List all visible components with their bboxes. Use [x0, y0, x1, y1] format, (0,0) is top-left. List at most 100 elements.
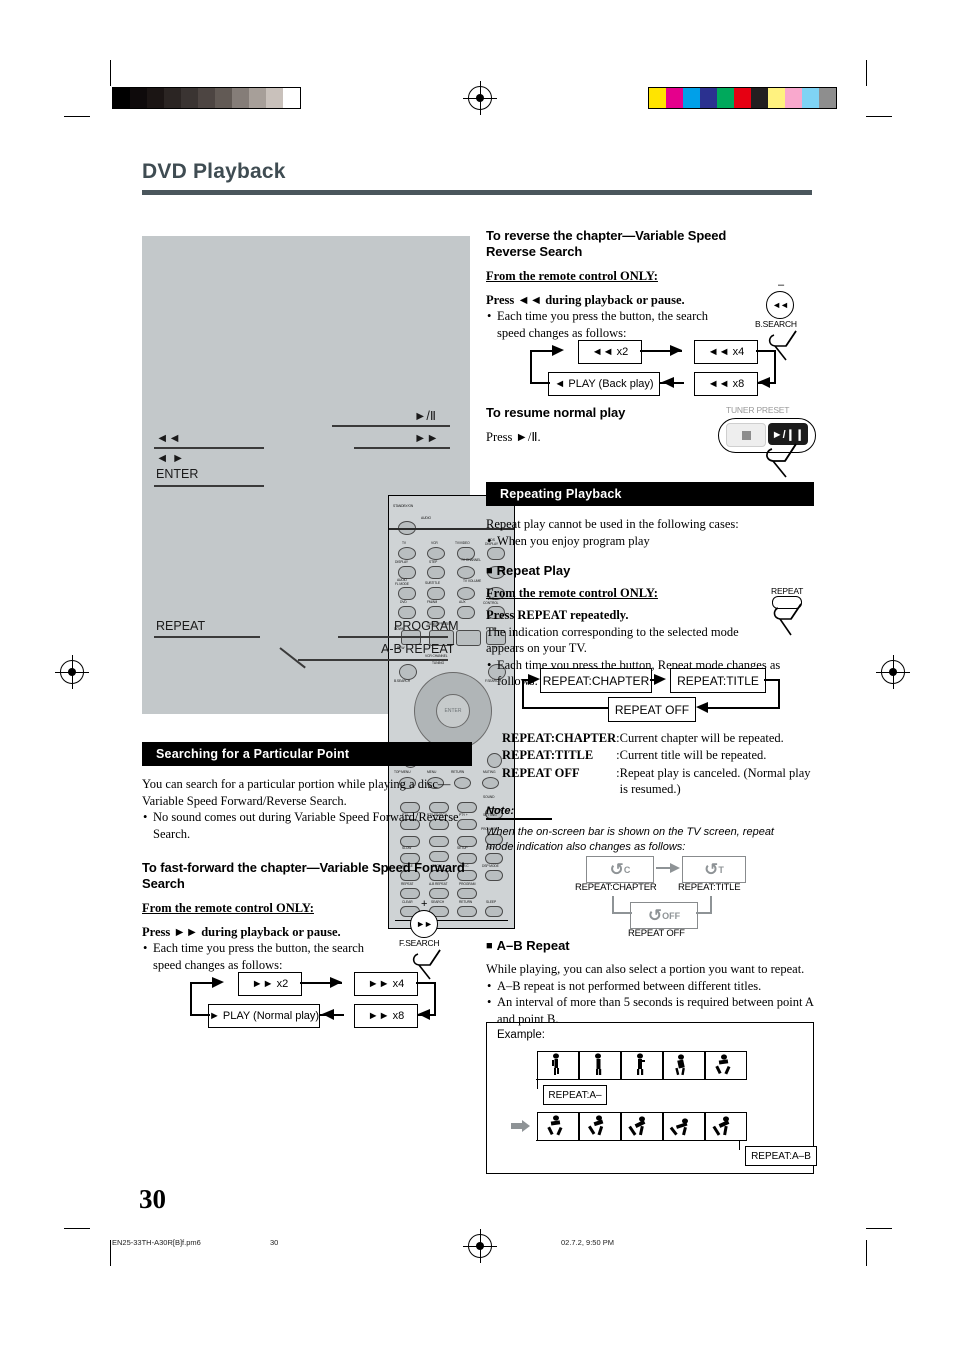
repflow-arrow-title — [654, 674, 666, 685]
tuner-preset-label: TUNER PRESET — [726, 405, 790, 415]
osdflow-arrow-title — [670, 863, 680, 873]
flow-box-repeat-chapter: REPEAT:CHAPTER — [540, 668, 652, 693]
remote-label-tuning: TUNING — [432, 661, 445, 665]
repeat-loop-icon: ↺ — [704, 859, 719, 880]
repeat-button-label: REPEAT — [771, 586, 804, 596]
ab-repeat-bullets: A–B repeat is not performed between diff… — [486, 978, 814, 1028]
rflow-arrow-in — [552, 345, 564, 356]
example-row2-arrow — [511, 1120, 530, 1132]
repeating-intro: Repeat play cannot be used in the follow… — [486, 517, 739, 531]
rflow-arrow-x4 — [670, 345, 682, 356]
registration-mark-top — [463, 81, 497, 115]
remote-button-tv — [398, 547, 416, 560]
section-title-searching: Searching for a Particular Point — [142, 742, 472, 766]
colorbar-swatch — [666, 88, 683, 108]
osd-chapter-suffix: C — [623, 864, 631, 875]
remote-control-illustration: STANDBY/ON AUDIO TV VCR TV/VIDEO RDS DISP… — [142, 236, 515, 929]
osd-label-title: REPEAT:TITLE — [678, 882, 741, 893]
example-figure-7 — [588, 1115, 604, 1136]
note-text: When the on-screen bar is shown on the T… — [486, 825, 774, 853]
remote-button-b-search — [399, 664, 417, 680]
forward-bullet: Each time you press the button, the sear… — [142, 940, 390, 973]
colorbar-swatch — [819, 88, 836, 108]
footer-timestamp: 02.7.2, 9:50 PM — [561, 1238, 614, 1247]
remote-button-dvd — [398, 606, 416, 619]
callout-playpause: ►/Ⅱ — [414, 409, 436, 423]
remote-label-dvd: DVD — [400, 600, 407, 604]
remote-label-standby: STANDBY/ON — [393, 504, 414, 508]
definition-term: REPEAT OFF — [502, 765, 580, 780]
example-figure-2 — [595, 1053, 602, 1075]
crop-mark-br-h — [866, 1228, 892, 1229]
remote-volume-plus — [487, 753, 502, 768]
flow-box-rx8: ◄◄ x8 — [694, 372, 758, 396]
remote-label-sleep: SLEEP — [486, 900, 497, 904]
remote-button-sleep — [485, 906, 503, 917]
repeat-button-art: REPEAT — [766, 586, 826, 644]
flow-line-6 — [190, 982, 192, 1015]
rflow-arrow-x8 — [758, 377, 770, 388]
remote-label-audio: AUDIO — [421, 516, 431, 520]
forward-speed-flow: ►► x2 ►► x4 ►► x8 ► PLAY (Normal play) — [190, 972, 450, 1036]
footer-filename: EN25-33TH-A30R[B]f.pm6 — [112, 1238, 201, 1247]
note-block: Note: When the on-screen bar is shown on… — [486, 805, 798, 855]
flow-box-rx4: ◄◄ x4 — [694, 340, 758, 364]
flow-line-2 — [416, 982, 436, 984]
flow-box-x4: ►► x4 — [354, 972, 418, 996]
repeat-mode-flow: REPEAT:CHAPTER REPEAT:TITLE REPEAT OFF — [510, 668, 800, 724]
colorbar-swatch — [147, 88, 164, 108]
flow-arrow-in — [212, 977, 224, 988]
remote-button-muting — [482, 777, 499, 789]
colorbar-swatch — [734, 88, 751, 108]
head-ab-repeat: ■ A–B Repeat — [486, 938, 570, 953]
example-figure-4 — [675, 1054, 685, 1076]
remote-button-step — [427, 566, 445, 579]
remote-label-display: DISPLAY — [395, 560, 408, 564]
rflow-line-2 — [756, 350, 776, 352]
from-remote-only-repeat: From the remote control ONLY: — [486, 586, 658, 600]
list-item: A–B repeat is not performed between diff… — [486, 978, 814, 995]
remote-label-tv: TV — [402, 541, 407, 545]
crop-mark-tl-v — [110, 60, 111, 86]
remote-label-aux: AUX — [459, 600, 466, 604]
note-divider — [486, 818, 552, 820]
grayscale-colorbar — [112, 87, 301, 109]
head-repeat-play-label: Repeat Play — [496, 563, 571, 578]
tag-repeat-a: REPEAT:A– — [543, 1085, 607, 1105]
list-item: Each time you press the button, the sear… — [142, 940, 390, 973]
remote-label-tv-volume: TV VOLUME — [463, 579, 482, 583]
callout-line-program — [338, 636, 448, 638]
remote-label-tvvideo: TV/VIDEO — [455, 541, 470, 545]
repeat-definitions: REPEAT:CHAPTER : Current chapter will be… — [502, 730, 814, 798]
callout-ab-repeat: A-B REPEAT — [381, 642, 455, 656]
remote-label-fmam: FM/AM — [427, 600, 438, 604]
example-label: Example: — [497, 1029, 545, 1041]
flow-box-repeat-title: REPEAT:TITLE — [670, 668, 766, 693]
colorbar-swatch — [683, 88, 700, 108]
remote-button-play-pause — [456, 630, 481, 646]
osd-box-chapter: ↺ C — [586, 856, 654, 883]
remote-button-tvvol-minus — [457, 587, 475, 600]
osd-label-chapter: REPEAT:CHAPTER — [575, 882, 657, 893]
repeating-section: Repeating Playback Repeat play cannot be… — [486, 482, 814, 690]
repflow-arrow-off — [696, 702, 708, 713]
footer-page: 30 — [270, 1238, 279, 1247]
crop-mark-bl-h — [64, 1228, 90, 1229]
crop-mark-bl-v — [110, 1240, 111, 1266]
example-tag-ab-tick — [739, 1140, 741, 1150]
osd-box-title: ↺ T — [682, 856, 746, 883]
repeat-loop-icon: ↺ — [647, 905, 663, 926]
callout-line-enter — [154, 485, 264, 487]
remote-label-tv-channel: TV CHANNEL — [461, 558, 481, 562]
colorbar-swatch — [130, 88, 147, 108]
callout-line-rew — [154, 447, 264, 449]
remote-label-step: STEP — [429, 560, 438, 564]
osdflow-line-5 — [612, 912, 632, 914]
example-figure-1 — [552, 1053, 559, 1075]
manual-page: DVD Playback STANDBY/ON AUDIO TV VCR TV/… — [0, 0, 954, 1352]
flow-box-play: ► PLAY (Normal play) — [208, 1004, 320, 1028]
flow-line-3 — [434, 982, 436, 1015]
ab-repeat-section: ■ A–B Repeat While playing, you can also … — [486, 938, 814, 1027]
rflow-line-6 — [530, 350, 532, 383]
crop-mark-tr-v — [866, 60, 867, 86]
